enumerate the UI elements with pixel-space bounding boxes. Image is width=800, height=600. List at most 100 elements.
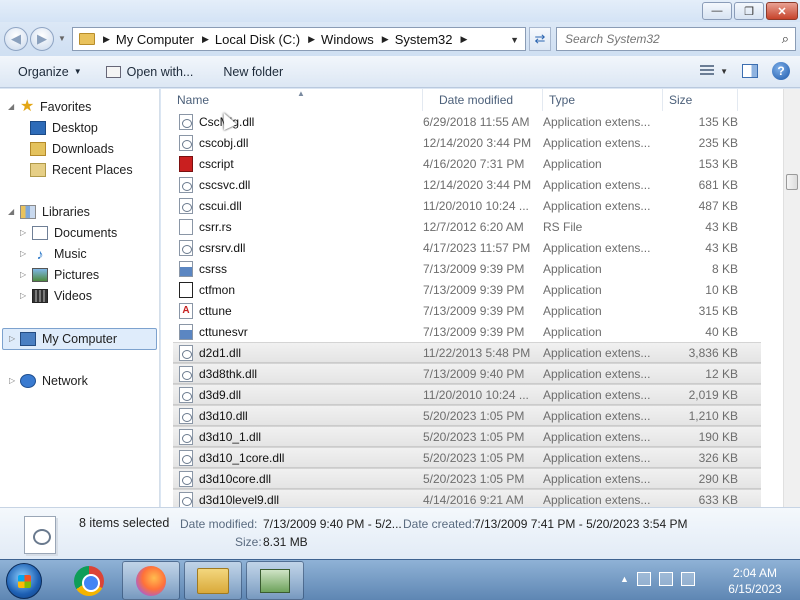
music-expand-icon[interactable]: ▷ xyxy=(20,249,26,258)
breadcrumb-windows[interactable]: Windows ▶ xyxy=(321,32,395,47)
breadcrumb-local-disk[interactable]: Local Disk (C:) ▶ xyxy=(215,32,321,47)
file-row[interactable]: csrss 7/13/2009 9:39 PM Application 8 KB xyxy=(161,258,800,279)
network-expand-icon[interactable]: ▷ xyxy=(9,376,15,385)
change-view-icon[interactable] xyxy=(700,65,715,77)
videos-expand-icon[interactable]: ▷ xyxy=(20,291,26,300)
taskbar-chrome[interactable] xyxy=(60,561,118,600)
nav-my-computer[interactable]: My Computer xyxy=(20,329,117,349)
breadcrumb-system32[interactable]: System32 ▶ xyxy=(395,32,474,47)
file-name-cell[interactable]: d3d8thk.dll xyxy=(173,365,423,382)
file-name-cell[interactable]: cscui.dll xyxy=(161,197,423,214)
new-folder-button[interactable]: New folder xyxy=(215,60,291,84)
file-row[interactable]: cttunesvr 7/13/2009 9:39 PM Application 40 … xyxy=(161,321,800,342)
search-input[interactable] xyxy=(557,32,767,46)
file-row[interactable]: csrr.rs 12/7/2012 6:20 AM RS File 43 KB xyxy=(161,216,800,237)
file-row[interactable]: CscMig.dll 6/29/2018 11:55 AM Application … xyxy=(161,111,800,132)
clock[interactable]: 2:04 AM 6/15/2023 xyxy=(720,565,790,597)
view-options-caret-icon[interactable]: ▼ xyxy=(720,67,728,76)
file-row[interactable]: Acttune 7/13/2009 9:39 PM Application 315 K… xyxy=(161,300,800,321)
nav-downloads[interactable]: Downloads xyxy=(30,139,114,159)
file-name-cell[interactable]: cscript xyxy=(161,155,423,172)
file-name-cell[interactable]: d3d10.dll xyxy=(173,407,423,424)
maximize-button[interactable]: ❐ xyxy=(734,2,764,20)
file-row[interactable]: d3d10core.dll 5/20/2023 1:05 PM Applicatio… xyxy=(173,468,761,489)
file-row[interactable]: d3d10_1.dll 5/20/2023 1:05 PM Application … xyxy=(173,426,761,447)
preview-pane-icon[interactable] xyxy=(742,64,758,78)
file-row[interactable]: d3d10_1core.dll 5/20/2023 1:05 PM Applicat… xyxy=(173,447,761,468)
taskbar-system-app[interactable] xyxy=(246,561,304,600)
favorites-expand-icon[interactable]: ◢ xyxy=(8,102,14,111)
taskbar-firefox[interactable] xyxy=(122,561,180,600)
volume-muted-icon[interactable] xyxy=(680,572,695,586)
documents-icon xyxy=(32,226,48,240)
nav-pictures[interactable]: Pictures xyxy=(32,265,99,285)
file-row[interactable]: d3d10.dll 5/20/2023 1:05 PM Application ex… xyxy=(173,405,761,426)
file-name-cell[interactable]: csrsrv.dll xyxy=(161,239,423,256)
nav-network[interactable]: Network xyxy=(20,371,88,391)
file-row[interactable]: d3d9.dll 11/20/2010 10:24 ... Application … xyxy=(173,384,761,405)
back-button[interactable]: ◀ xyxy=(4,27,28,51)
file-name-cell[interactable]: d3d10level9.dll xyxy=(173,491,423,508)
breadcrumb-my-computer[interactable]: My Computer ▶ xyxy=(116,32,215,47)
help-icon[interactable]: ? xyxy=(772,62,790,80)
nav-favorites[interactable]: ★ Favorites xyxy=(20,97,91,117)
file-name-cell[interactable]: ctfmon xyxy=(161,281,423,298)
documents-expand-icon[interactable]: ▷ xyxy=(20,228,26,237)
dll-icon xyxy=(179,449,193,466)
file-name-cell[interactable]: d2d1.dll xyxy=(173,344,423,361)
nav-recent-places[interactable]: Recent Places xyxy=(30,160,133,180)
libraries-expand-icon[interactable]: ◢ xyxy=(8,207,14,216)
nav-music[interactable]: ♪ Music xyxy=(32,244,87,264)
file-name-cell[interactable]: d3d9.dll xyxy=(173,386,423,403)
file-name-cell[interactable]: csrss xyxy=(161,260,423,277)
start-button[interactable] xyxy=(6,563,42,599)
breadcrumb-root-arrow[interactable]: ▶ xyxy=(95,34,116,45)
organize-button[interactable]: Organize ▼ xyxy=(10,60,90,84)
column-header-date-modified[interactable]: Date modified xyxy=(423,89,543,111)
file-row[interactable]: cscobj.dll 12/14/2020 3:44 PM Application … xyxy=(161,132,800,153)
column-header-type[interactable]: Type xyxy=(543,89,663,111)
address-bar[interactable]: ▶ My Computer ▶ Local Disk (C:) ▶ Windows ▶… xyxy=(72,27,526,51)
file-name-cell[interactable]: d3d10core.dll xyxy=(173,470,423,487)
open-with-button[interactable]: Open with... xyxy=(98,60,202,84)
file-name-cell[interactable]: cscsvc.dll xyxy=(161,176,423,193)
recent-pages-dropdown-icon[interactable]: ▼ xyxy=(58,34,66,43)
file-name-cell[interactable]: csrr.rs xyxy=(161,218,423,235)
nav-libraries[interactable]: Libraries xyxy=(20,202,90,222)
network-tray-icon[interactable] xyxy=(658,572,673,586)
file-name: cttune xyxy=(199,303,232,318)
vertical-scrollbar[interactable] xyxy=(783,89,800,507)
nav-videos[interactable]: Videos xyxy=(32,286,92,306)
address-dropdown-icon[interactable]: ▼ xyxy=(510,35,519,45)
file-row[interactable]: d3d8thk.dll 7/13/2009 9:40 PM Application … xyxy=(173,363,761,384)
action-center-icon[interactable] xyxy=(636,572,651,586)
file-row[interactable]: csrsrv.dll 4/17/2023 11:57 PM Application … xyxy=(161,237,800,258)
file-row[interactable]: ctfmon 7/13/2009 9:39 PM Application 10 KB xyxy=(161,279,800,300)
file-row[interactable]: cscsvc.dll 12/14/2020 3:44 PM Application … xyxy=(161,174,800,195)
minimize-button[interactable]: — xyxy=(702,2,732,20)
file-name-cell[interactable]: CscMig.dll xyxy=(161,113,423,130)
file-name-cell[interactable]: cscobj.dll xyxy=(161,134,423,151)
nav-desktop[interactable]: Desktop xyxy=(30,118,98,138)
close-button[interactable]: ✕ xyxy=(766,2,798,20)
file-row[interactable]: cscui.dll 11/20/2010 10:24 ... Application… xyxy=(161,195,800,216)
file-name-cell[interactable]: d3d10_1core.dll xyxy=(173,449,423,466)
search-box[interactable]: ⌕ xyxy=(556,27,796,51)
pictures-expand-icon[interactable]: ▷ xyxy=(20,270,26,279)
column-header-name[interactable]: Name ▲ xyxy=(161,89,423,111)
file-name-cell[interactable]: d3d10_1.dll xyxy=(173,428,423,445)
file-row[interactable]: d2d1.dll 11/22/2013 5:48 PM Application ex… xyxy=(173,342,761,363)
dll-icon xyxy=(179,407,193,424)
file-name-cell[interactable]: Acttune xyxy=(161,302,423,319)
refresh-button[interactable]: ⇄ xyxy=(529,27,551,51)
forward-button[interactable]: ▶ xyxy=(30,27,54,51)
file-row[interactable]: cscript 4/16/2020 7:31 PM Application 153 K… xyxy=(161,153,800,174)
column-header-size[interactable]: Size xyxy=(663,89,738,111)
my-computer-expand-icon[interactable]: ▷ xyxy=(9,334,15,343)
file-name-cell[interactable]: cttunesvr xyxy=(161,323,423,340)
show-hidden-icons-icon[interactable]: ▲ xyxy=(620,574,629,584)
nav-documents[interactable]: Documents xyxy=(32,223,117,243)
taskbar-explorer[interactable] xyxy=(184,561,242,600)
search-icon[interactable]: ⌕ xyxy=(782,31,789,47)
scrollbar-thumb[interactable] xyxy=(786,174,798,190)
